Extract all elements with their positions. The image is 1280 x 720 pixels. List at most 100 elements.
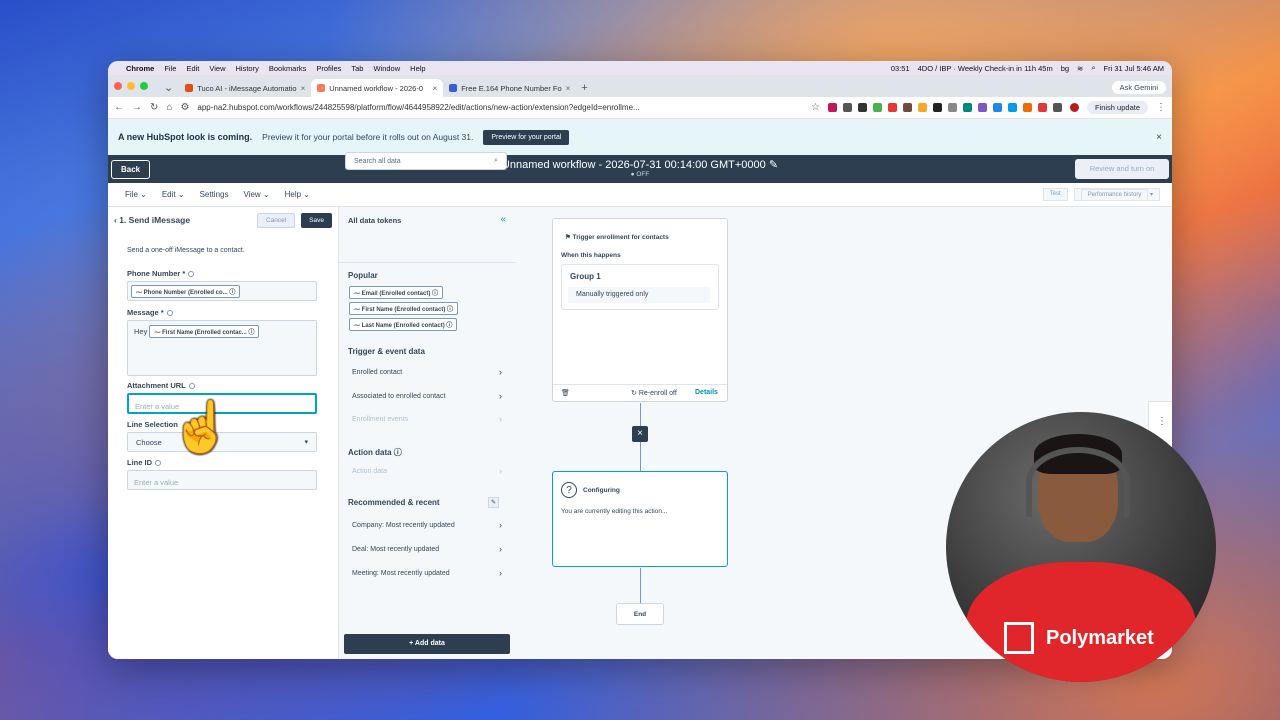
extension-icon[interactable] [1007,103,1017,112]
new-tab-button[interactable]: + [575,82,593,97]
ask-gemini-button[interactable]: Ask Gemini [1111,81,1166,94]
trash-icon[interactable]: 🗑 [561,389,570,397]
extension-icon[interactable] [977,103,987,112]
menubar-profiles[interactable]: Profiles [316,64,341,73]
performance-history-button[interactable]: Performance history ▾ [1073,188,1160,201]
phone-number-field[interactable]: ⁓ Phone Number (Enrolled co... ⓘ [127,281,317,301]
extension-icon[interactable] [962,103,972,112]
info-icon[interactable] [166,310,173,317]
close-tab-icon[interactable]: × [433,84,438,93]
extension-icon[interactable] [917,103,927,112]
extension-icon[interactable] [827,103,837,112]
profile-avatar[interactable] [1069,103,1079,112]
close-tab-icon[interactable]: × [301,84,306,93]
close-window-button[interactable] [114,82,122,90]
minimize-window-button[interactable] [127,82,135,90]
wifi-icon[interactable]: ≋ [1077,64,1083,73]
deal-recent-item[interactable]: Deal: Most recently updated › [352,545,502,554]
submenu-file[interactable]: File ⌄ [125,190,147,199]
extension-icon[interactable] [902,103,912,112]
email-token[interactable]: ⁓ Email (Enrolled contact) ⓘ [349,286,444,299]
search-icon[interactable]: ⌕ [1091,63,1095,73]
workflow-title[interactable]: Unnamed workflow - 2026-07-31 00:14:00 G… [108,158,1172,171]
submenu-settings[interactable]: Settings [200,190,229,199]
menubar-help[interactable]: Help [410,64,425,73]
extension-icon[interactable] [992,103,1002,112]
menubar-clock[interactable]: Fri 31 Jul 5:46 AM [1104,64,1164,73]
menubar-tab[interactable]: Tab [351,64,363,73]
pencil-icon[interactable]: ✎ [769,159,778,171]
save-button[interactable]: Save [301,212,332,228]
tab-phone-number[interactable]: Free E.164 Phone Number Fo × [443,79,575,97]
menubar-view[interactable]: View [209,64,225,73]
line-id-input[interactable]: Enter a value [127,470,317,490]
tab-tuco-ai[interactable]: Tuco AI - iMessage Automatio × [179,79,311,97]
menubar-edit[interactable]: Edit [186,64,199,73]
configuring-card[interactable]: ? Configuring You are currently editing … [552,471,728,567]
submenu-edit[interactable]: Edit ⌄ [162,190,185,199]
drag-handle-icon[interactable]: ⋮ [1157,416,1167,427]
review-and-turn-on-button[interactable]: Review and turn on [1075,159,1169,179]
search-tokens-input[interactable]: Search all data ⌕ [345,152,507,170]
company-recent-item[interactable]: Company: Most recently updated › [352,521,502,530]
menubar-window[interactable]: Window [373,64,400,73]
first-name-token[interactable]: ⁓ First Name (Enrolled contac... ⓘ [149,325,260,338]
info-icon[interactable] [155,460,162,467]
tab-workflow[interactable]: Unnamed workflow - 2026-0 × [311,79,444,97]
add-data-button[interactable]: + Add data [344,634,510,654]
trigger-card[interactable]: ⚑ Trigger enrollment for contacts When t… [552,218,728,402]
enrolled-contact-item[interactable]: Enrolled contact › [352,368,502,377]
preview-portal-button[interactable]: Preview for your portal [483,129,570,145]
extension-icon[interactable] [842,103,852,112]
details-link[interactable]: Details [695,389,718,396]
message-field[interactable]: Hey ⁓ First Name (Enrolled contac... ⓘ [127,320,317,376]
new-look-banner: A new HubSpot look is coming. Preview it… [108,119,1172,155]
reload-icon[interactable]: ↻ [150,102,158,113]
extension-icon[interactable] [947,103,957,112]
first-name-token[interactable]: ⁓ First Name (Enrolled contact) ⓘ [349,302,459,315]
extension-icon[interactable] [932,103,942,112]
submenu-help[interactable]: Help ⌄ [285,190,310,199]
cancel-button[interactable]: Cancel [256,212,296,228]
info-icon[interactable] [188,383,195,390]
zoom-window-button[interactable] [140,82,148,90]
back-arrow-icon[interactable]: ← [114,102,124,113]
action-data-item[interactable]: Action data › [352,467,502,476]
close-tab-icon[interactable]: × [566,84,571,93]
bookmark-star-icon[interactable]: ☆ [811,102,820,113]
finish-update-button[interactable]: Finish update [1086,101,1148,114]
enrollment-events-item[interactable]: Enrollment events › [352,415,502,424]
associated-contact-item[interactable]: Associated to enrolled contact › [352,392,502,401]
info-icon[interactable] [188,271,195,278]
address-bar[interactable]: app-na2.hubspot.com/workflows/244825598/… [197,103,803,112]
submenu-view[interactable]: View ⌄ [243,190,269,199]
group-box[interactable]: Group 1 Manually triggered only [561,264,719,310]
timer-readout[interactable]: 03:51 [891,64,910,73]
remove-step-icon[interactable]: × [632,426,648,442]
extension-icon[interactable] [1037,103,1047,112]
menubar-app[interactable]: Chrome [126,64,154,73]
menubar-file[interactable]: File [164,64,176,73]
extension-icon[interactable] [887,103,897,112]
edit-pencil-icon[interactable]: ✎ [488,497,499,508]
menubar-bookmarks[interactable]: Bookmarks [269,64,307,73]
collapse-panel-icon[interactable]: « [500,214,506,225]
phone-number-token[interactable]: ⁓ Phone Number (Enrolled co... ⓘ [131,285,241,298]
close-banner-icon[interactable]: × [1156,132,1162,143]
forward-arrow-icon[interactable]: → [132,102,142,113]
home-icon[interactable]: ⌂ [166,102,172,113]
menubar-history[interactable]: History [236,64,259,73]
extension-icon[interactable] [857,103,867,112]
meeting-recent-item[interactable]: Meeting: Most recently updated › [352,569,502,578]
meeting-reminder[interactable]: 4DO / IBP · Weekly Check-in in 11h 45m [918,64,1053,73]
puzzle-icon[interactable] [1052,103,1062,112]
extension-icon[interactable] [872,103,882,112]
test-button[interactable]: Test [1042,188,1068,201]
site-info-icon[interactable]: ⚙ [180,102,189,113]
reenroll-toggle[interactable]: ↻ Re-enroll off [631,389,677,397]
last-name-token[interactable]: ⁓ Last Name (Enrolled contact) ⓘ [349,318,458,331]
keyboard-language[interactable]: bg [1061,64,1069,73]
more-menu-icon[interactable]: ⋮ [1156,102,1166,113]
extension-icon[interactable] [1022,103,1032,112]
tab-list-icon[interactable]: ⌄ [158,81,179,97]
